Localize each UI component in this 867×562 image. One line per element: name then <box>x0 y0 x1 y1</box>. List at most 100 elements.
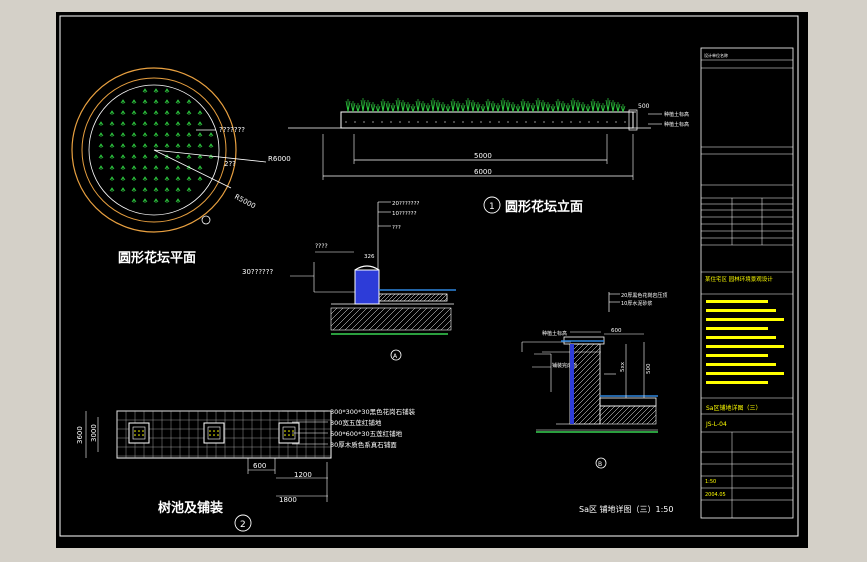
plant-mark <box>175 121 181 126</box>
note-line <box>706 345 784 348</box>
grass-mark <box>415 99 421 113</box>
plant-mark <box>175 165 181 170</box>
plant-mark <box>186 132 192 137</box>
hatch-line <box>380 307 404 331</box>
section-a-label-1: 20??????? <box>392 201 420 207</box>
grass-mark <box>440 102 446 113</box>
plant-mark <box>120 110 126 115</box>
hatch-line <box>573 357 601 385</box>
plant-mark <box>175 154 181 159</box>
plant-mark <box>120 165 126 170</box>
tree-dot <box>288 430 290 432</box>
hatch-line <box>410 307 434 331</box>
grass-mark <box>445 104 451 113</box>
grass-mark <box>620 104 626 113</box>
texture-dot <box>471 121 473 123</box>
plant-mark <box>109 110 115 115</box>
plant-mark <box>109 143 115 148</box>
plant-mark <box>142 176 148 181</box>
texture-dot <box>372 121 374 123</box>
grass-mark <box>610 100 616 113</box>
texture-dot <box>363 121 365 123</box>
plant-mark <box>175 99 181 104</box>
tree-pool-dim-height-inner: 3000 <box>90 424 98 442</box>
hatch-line <box>588 412 601 425</box>
section-b-dim-5xx: 5xx <box>620 361 626 372</box>
elevation-note-1: 种植土标高 <box>664 111 689 118</box>
texture-dot <box>543 121 545 123</box>
tb-drawing-no: JS-L-04 <box>705 421 727 428</box>
hatch-line <box>573 362 601 390</box>
plan-label-mid: 2?? <box>224 160 236 168</box>
plant-mark <box>131 154 137 159</box>
grass-mark <box>460 103 466 113</box>
hatch-line <box>379 293 388 302</box>
hatch-line <box>356 307 380 331</box>
tree-pool-dim-1800: 1800 <box>279 496 297 504</box>
grass-mark <box>580 102 586 113</box>
tree-pool-view: 300*300*30黑色花岗石铺装 300宽五莲红铺地 600*600*30五莲… <box>76 407 416 532</box>
hatch-line <box>427 293 436 302</box>
grass-mark <box>605 98 611 113</box>
section-b-wall <box>569 343 601 425</box>
hatch-line <box>573 352 601 380</box>
texture-dot <box>435 121 437 123</box>
plant-mark <box>153 187 159 192</box>
hatch-line <box>386 307 410 331</box>
radius-line-outer <box>153 149 267 163</box>
plant-mark <box>131 198 137 203</box>
hatch-line <box>573 343 585 355</box>
tree-dot <box>209 430 211 432</box>
hatch-line <box>374 307 398 331</box>
grass-mark <box>505 100 511 113</box>
note-line <box>706 363 776 366</box>
hatch-line <box>378 293 384 299</box>
plant-mark <box>142 88 148 93</box>
plant-mark <box>142 187 148 192</box>
texture-dot <box>588 121 590 123</box>
section-b-label-left-1: 种植土标高 <box>542 330 567 337</box>
grass-mark <box>490 101 496 113</box>
hatch-line <box>419 293 428 302</box>
texture-dot <box>399 121 401 123</box>
plant-mark <box>208 132 214 137</box>
plant-mark <box>208 143 214 148</box>
grass-mark <box>585 104 591 113</box>
plant-mark <box>164 132 170 137</box>
hatch-line <box>403 293 412 302</box>
plant-mark <box>142 110 148 115</box>
plant-mark <box>142 165 148 170</box>
tb-date: 2004.05 <box>705 492 726 498</box>
hatch-line <box>439 293 448 302</box>
tree-dot <box>138 430 140 432</box>
plant-mark <box>175 132 181 137</box>
hatch-line <box>616 405 636 425</box>
hatch-line <box>573 343 580 350</box>
plant-mark <box>197 110 203 115</box>
plant-mark <box>120 121 126 126</box>
hatch-line <box>332 307 356 331</box>
hatch-line <box>435 293 444 302</box>
section-a-wall <box>354 269 380 305</box>
plant-mark <box>186 187 192 192</box>
grass-mark <box>345 99 351 113</box>
plant-mark <box>164 165 170 170</box>
plan-view: ??????? 2?? R6000 R5000 圆形花坛平面 <box>71 67 291 266</box>
plant-mark <box>153 176 159 181</box>
tree-pit <box>128 422 150 444</box>
plant-mark <box>142 154 148 159</box>
hatch-line <box>573 392 601 420</box>
grass-mark <box>435 100 441 113</box>
elevation-texture <box>345 121 626 123</box>
hatch-line <box>407 293 416 302</box>
hatch-line <box>573 343 600 370</box>
tree-dot <box>284 430 286 432</box>
planting-pattern <box>98 88 214 203</box>
tree-dot <box>138 434 140 436</box>
tree-dot <box>217 434 219 436</box>
plan-marker <box>201 215 211 225</box>
plant-mark <box>142 99 148 104</box>
section-a-label-3: ??? <box>392 225 401 231</box>
plant-mark <box>131 99 137 104</box>
section-a: 20??????? 10?????? ??? ???? 30?????? 326… <box>242 201 456 361</box>
